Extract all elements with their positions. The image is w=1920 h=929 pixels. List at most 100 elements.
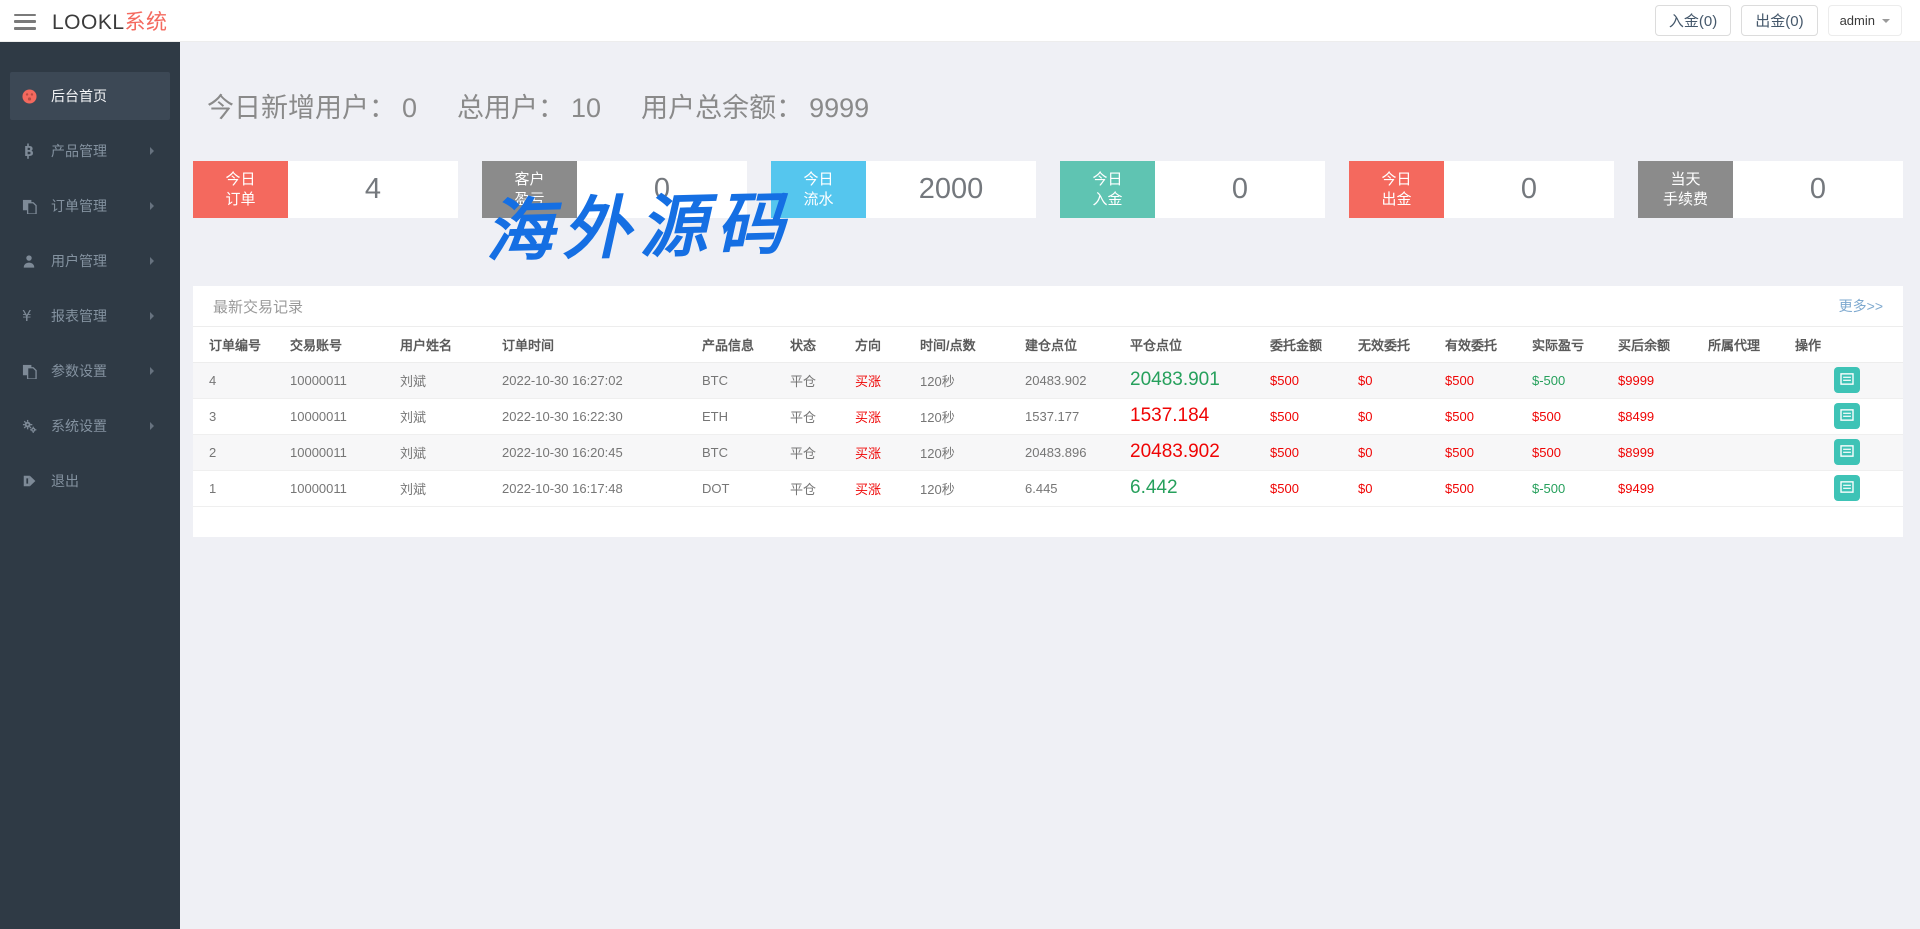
cell-action — [1791, 434, 1903, 470]
more-link[interactable]: 更多>> — [1839, 296, 1883, 316]
cell-amount: $500 — [1266, 470, 1354, 506]
cell-order-time: 2022-10-30 16:17:48 — [498, 470, 698, 506]
table-row: 110000011刘斌2022-10-30 16:17:48DOT平仓买涨120… — [193, 470, 1903, 506]
sidebar-item-6[interactable]: 参数设置 — [10, 347, 170, 395]
cell-agent — [1704, 398, 1791, 434]
user-menu-dropdown[interactable]: admin — [1828, 5, 1902, 36]
cell-product: BTC — [698, 362, 786, 398]
table-body: 410000011刘斌2022-10-30 16:27:02BTC平仓买涨120… — [193, 362, 1903, 506]
stat-card-label: 客户盈亏 — [482, 161, 577, 218]
cell-status: 平仓 — [786, 434, 851, 470]
cell-valid-amount: $500 — [1441, 470, 1528, 506]
cell-account: 10000011 — [286, 434, 396, 470]
app-logo: LOOKL系统 — [52, 6, 168, 36]
cell-user-name: 刘斌 — [396, 434, 498, 470]
table-row: 310000011刘斌2022-10-30 16:22:30ETH平仓买涨120… — [193, 398, 1903, 434]
cell-direction: 买涨 — [851, 434, 916, 470]
stat-card-value: 2000 — [866, 161, 1036, 218]
cell-profit: $-500 — [1528, 362, 1614, 398]
cell-invalid-amount: $0 — [1354, 362, 1441, 398]
column-header: 订单时间 — [498, 327, 698, 362]
list-icon — [1840, 445, 1854, 460]
logo-text: LOOKL — [52, 11, 125, 34]
column-header: 平仓点位 — [1126, 327, 1266, 362]
logo-accent-text: 系统 — [125, 11, 168, 34]
cell-account: 10000011 — [286, 362, 396, 398]
logout-icon — [22, 474, 46, 488]
stat-card-label: 今日订单 — [193, 161, 288, 218]
order-detail-button[interactable] — [1834, 403, 1860, 429]
user-icon — [22, 254, 46, 268]
deposit-button[interactable]: 入金(0) — [1655, 5, 1731, 36]
summary-item: 今日新增用户：0 — [207, 86, 417, 125]
column-header: 操作 — [1791, 327, 1903, 362]
cell-amount: $500 — [1266, 398, 1354, 434]
cell-agent — [1704, 362, 1791, 398]
cell-user-name: 刘斌 — [396, 398, 498, 434]
sidebar-item-8[interactable]: 退出 — [10, 457, 170, 505]
menu-toggle-icon[interactable] — [14, 14, 36, 30]
cell-balance: $8499 — [1614, 398, 1704, 434]
list-icon — [1840, 373, 1854, 388]
sidebar-item-label: 报表管理 — [51, 306, 150, 326]
cell-profit: $500 — [1528, 398, 1614, 434]
panel-header: 最新交易记录 更多>> — [193, 286, 1903, 327]
summary-value: 10 — [571, 93, 601, 124]
files-icon — [22, 199, 46, 214]
sidebar-item-7[interactable]: 系统设置 — [10, 402, 170, 450]
cell-close-price: 20483.901 — [1126, 362, 1266, 398]
order-detail-button[interactable] — [1834, 367, 1860, 393]
cell-product: DOT — [698, 470, 786, 506]
stat-card-label: 今日入金 — [1060, 161, 1155, 218]
cell-direction: 买涨 — [851, 362, 916, 398]
files-icon — [22, 364, 46, 379]
withdraw-button[interactable]: 出金(0) — [1741, 5, 1817, 36]
cell-order-id: 4 — [193, 362, 286, 398]
summary-label: 总用户： — [457, 86, 565, 125]
cell-order-time: 2022-10-30 16:22:30 — [498, 398, 698, 434]
yen-icon: ¥ — [22, 307, 46, 325]
chevron-right-icon — [150, 422, 158, 430]
stat-card: 今日订单4 — [193, 161, 458, 218]
column-header: 产品信息 — [698, 327, 786, 362]
cell-status: 平仓 — [786, 470, 851, 506]
sidebar: 后台首页 B产品管理订单管理用户管理 ¥ 报表管理参数设置系统设置退出 — [0, 42, 180, 929]
cell-duration: 120秒 — [916, 434, 1021, 470]
order-detail-button[interactable] — [1834, 475, 1860, 501]
chevron-right-icon — [150, 312, 158, 320]
cell-action — [1791, 470, 1903, 506]
stat-card-value: 0 — [1733, 161, 1903, 218]
order-detail-button[interactable] — [1834, 439, 1860, 465]
column-header: 状态 — [786, 327, 851, 362]
sidebar-item-4[interactable]: 用户管理 — [10, 237, 170, 285]
column-header: 所属代理 — [1704, 327, 1791, 362]
sidebar-item-1[interactable]: 后台首页 — [10, 72, 170, 120]
dashboard-icon — [22, 89, 46, 104]
user-menu-label: admin — [1840, 13, 1875, 28]
stat-card: 当天手续费0 — [1638, 161, 1903, 218]
summary-item: 总用户：10 — [457, 86, 601, 125]
summary-item: 用户总余额：9999 — [641, 86, 869, 125]
column-header: 用户姓名 — [396, 327, 498, 362]
chevron-right-icon — [150, 202, 158, 210]
cell-close-price: 6.442 — [1126, 470, 1266, 506]
sidebar-item-label: 系统设置 — [51, 416, 150, 436]
chevron-right-icon — [150, 367, 158, 375]
cell-valid-amount: $500 — [1441, 398, 1528, 434]
cell-open-price: 1537.177 — [1021, 398, 1126, 434]
cell-action — [1791, 398, 1903, 434]
latest-trades-panel: 最新交易记录 更多>> 订单编号交易账号用户姓名订单时间产品信息状态方向时间/点… — [193, 286, 1903, 537]
panel-title: 最新交易记录 — [213, 296, 303, 317]
sidebar-item-5[interactable]: ¥ 报表管理 — [10, 292, 170, 340]
cell-order-time: 2022-10-30 16:20:45 — [498, 434, 698, 470]
cell-product: BTC — [698, 434, 786, 470]
chevron-right-icon — [150, 147, 158, 155]
sidebar-item-label: 订单管理 — [51, 196, 150, 216]
stat-card: 今日出金0 — [1349, 161, 1614, 218]
stat-card-label: 当天手续费 — [1638, 161, 1733, 218]
sidebar-item-2[interactable]: B产品管理 — [10, 127, 170, 175]
stat-card-value: 0 — [577, 161, 747, 218]
bitcoin-icon: B — [22, 143, 46, 159]
cell-product: ETH — [698, 398, 786, 434]
sidebar-item-3[interactable]: 订单管理 — [10, 182, 170, 230]
